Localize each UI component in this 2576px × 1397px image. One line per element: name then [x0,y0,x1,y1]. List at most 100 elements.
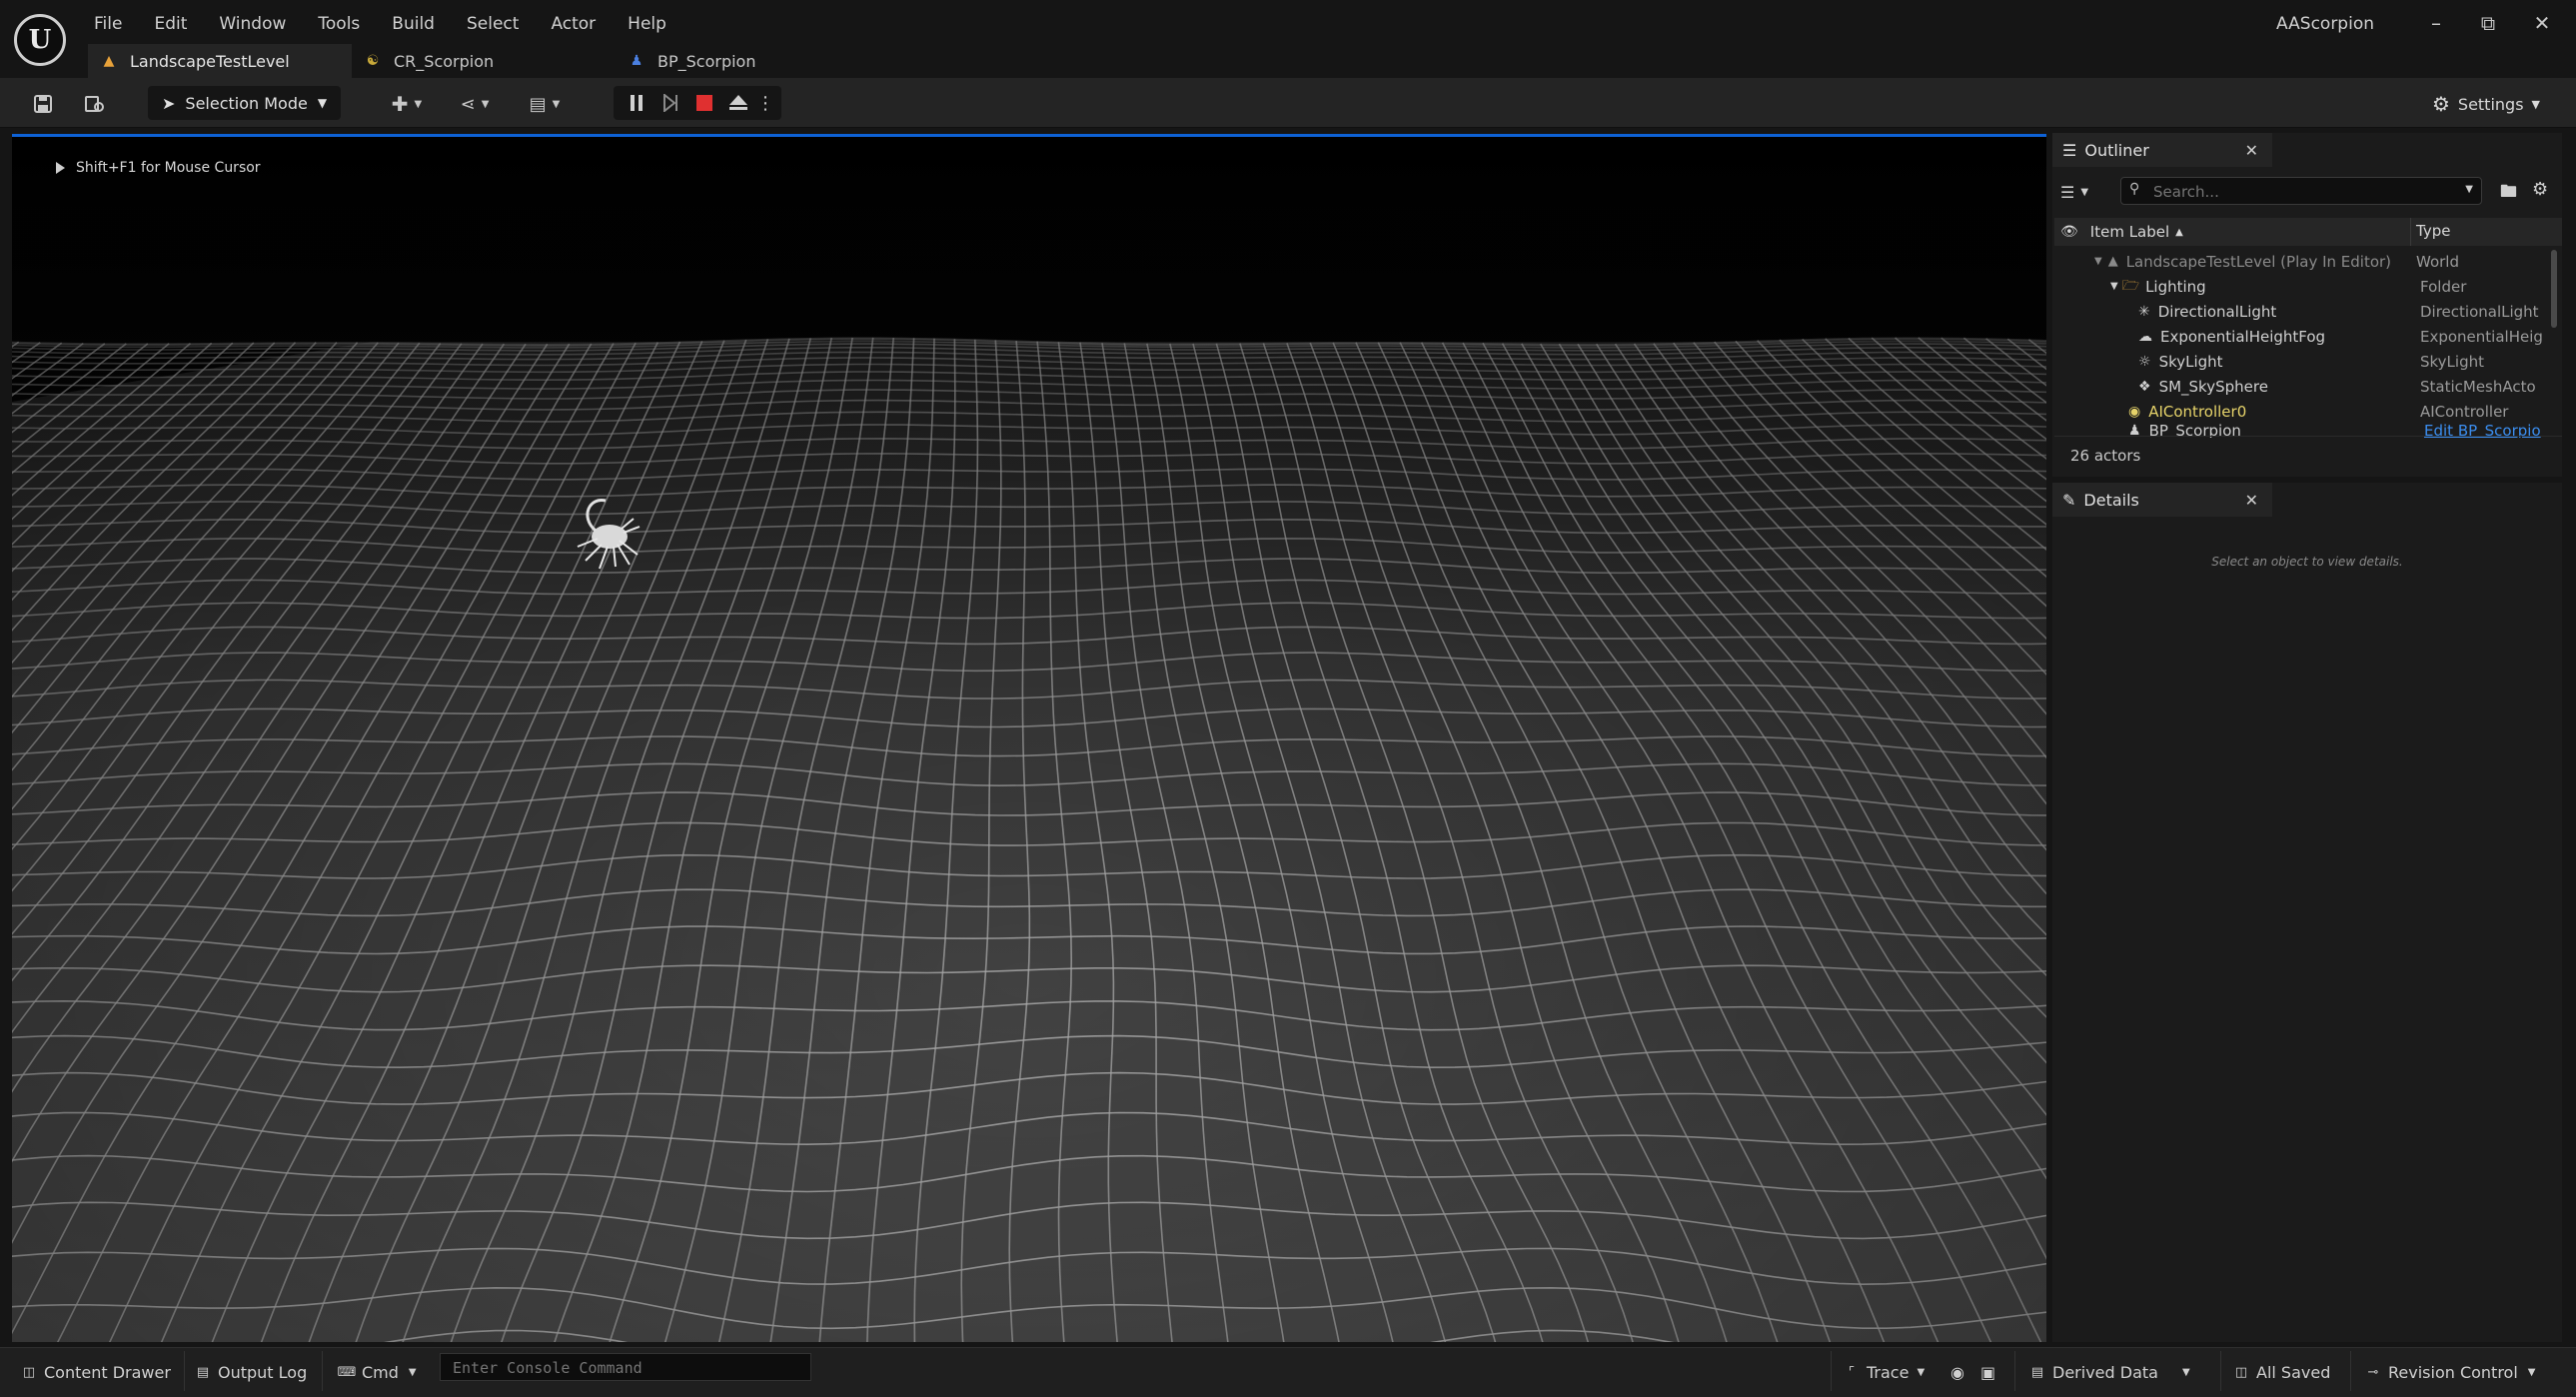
tab-landscape-test-level[interactable]: ▲ LandscapeTestLevel [88,44,352,78]
chevron-down-icon: ▼ [2531,97,2540,111]
tab-bp-scorpion[interactable]: ♟ BP_Scorpion [616,44,879,78]
menu-edit[interactable]: Edit [138,10,203,38]
save-icon[interactable] [26,86,60,122]
chevron-down-icon: ▼ [552,98,561,110]
menu-file[interactable]: File [78,10,138,38]
details-tab[interactable]: ✎ Details ✕ [2052,483,2272,517]
details-panel: ✎ Details ✕ [2052,483,2562,1342]
output-log-button[interactable]: ▤ Output Log [196,1357,307,1387]
menu-actor[interactable]: Actor [535,10,612,38]
menu-tools[interactable]: Tools [302,10,376,38]
console-command-box [440,1353,814,1382]
chevron-down-icon: ▼ [408,1366,417,1378]
expand-arrow-icon[interactable]: ▼ [2094,256,2102,267]
derived-data-dropdown[interactable]: ▤ Derived Data ▼ [2030,1357,2190,1387]
divider [184,1351,185,1391]
cmd-dropdown[interactable]: ⌨ Cmd ▼ [338,1357,417,1387]
divider [2220,1351,2221,1391]
record-icon[interactable]: ◉ [1950,1357,1964,1387]
add-actor-button[interactable]: ✚ ▼ [382,86,432,122]
minimize-icon[interactable]: – [2414,8,2458,38]
content-drawer-button[interactable]: ◫ Content Drawer [22,1357,171,1387]
level-viewport[interactable] [12,137,2046,1342]
menu-build[interactable]: Build [376,10,451,38]
row-label: AIController0 [2148,402,2247,421]
selection-mode-label: Selection Mode [185,93,308,113]
row-type: DirectionalLight [2420,302,2539,321]
outliner-row-sky-sphere[interactable]: ❖ SM_SkySphere StaticMeshActo [2054,374,2544,399]
sort-ascending-icon: ▲ [2175,226,2183,238]
clapperboard-icon: ▤ [529,93,547,115]
new-folder-icon[interactable]: 🖿 [2500,179,2517,208]
column-type[interactable]: Type [2416,222,2450,240]
frame-skip-icon[interactable] [653,86,687,120]
close-icon[interactable]: ✕ [2245,491,2258,510]
restore-icon[interactable]: ⧉ [2466,8,2510,38]
outliner-filter-button[interactable]: ☰ ▼ [2060,177,2088,207]
folder-icon: 🗁 [2121,277,2140,294]
outliner-search-input[interactable] [2151,178,2455,206]
console-command-input[interactable] [451,1354,814,1382]
tab-cr-scorpion[interactable]: ☯ CR_Scorpion [352,44,616,78]
column-divider [2410,218,2411,246]
stop-icon[interactable] [687,86,721,120]
close-icon[interactable]: ✕ [2245,141,2258,160]
content-drawer-label: Content Drawer [44,1362,171,1382]
eye-icon[interactable]: 👁 [2060,224,2078,240]
viewport-options-icon[interactable] [56,162,65,174]
menu-help[interactable]: Help [612,10,682,38]
browse-content-icon[interactable] [78,86,112,122]
outliner-row-directional-light[interactable]: ✳ DirectionalLight DirectionalLight [2054,299,2544,324]
chevron-down-icon: ▼ [1917,1366,1926,1378]
chevron-down-icon: ▼ [2080,186,2089,198]
menu-select[interactable]: Select [451,10,535,38]
search-icon: ⚲ [2129,181,2140,197]
gear-icon[interactable]: ⚙ [2532,179,2548,200]
blueprints-button[interactable]: ⋖ ▼ [450,86,500,122]
column-item-label[interactable]: Item Label [2090,223,2169,241]
details-empty-message: Select an object to view details. [2211,555,2403,569]
outliner-row-height-fog[interactable]: ☁ ExponentialHeightFog ExponentialHeig [2054,324,2544,349]
cinematics-button[interactable]: ▤ ▼ [520,86,570,122]
trace-icon: ⌜ [1848,1364,1856,1380]
divider [2014,1351,2015,1391]
outliner-tab[interactable]: ☰ Outliner ✕ [2052,133,2272,167]
outliner-row-ai-controller[interactable]: ◉ AIController0 AIController [2054,399,2544,424]
settings-dropdown[interactable]: ⚙ Settings ▼ [2432,88,2540,120]
close-window-icon[interactable]: ✕ [2520,8,2564,38]
viewport-hint: Shift+F1 for Mouse Cursor [76,160,261,176]
pencil-icon: ✎ [2062,490,2076,510]
outliner-row-skylight[interactable]: ☼ SkyLight SkyLight [2054,349,2544,374]
row-type: StaticMeshActo [2420,377,2536,396]
landscape-grid [12,137,2046,1342]
divider [322,1351,323,1391]
chevron-down-icon[interactable]: ▼ [2465,184,2473,195]
outliner-row-lighting[interactable]: ▼ 🗁 Lighting Folder [2054,274,2544,299]
pause-icon[interactable] [620,86,653,120]
row-type: World [2416,252,2459,271]
divider [2054,436,2562,437]
save-all-button[interactable]: ◫ All Saved [2234,1357,2331,1387]
tab-label: LandscapeTestLevel [130,51,290,71]
expand-arrow-icon[interactable]: ▼ [2110,281,2118,292]
revision-control-dropdown[interactable]: ⊸ Revision Control ▼ [2366,1357,2536,1387]
chevron-down-icon: ▼ [2181,1366,2190,1378]
outliner-row-world[interactable]: ▼ ▲ LandscapeTestLevel (Play In Editor) … [2054,249,2544,274]
screenshot-icon[interactable]: ▣ [1980,1357,1995,1387]
unreal-logo-icon[interactable]: U [14,14,66,66]
document-tabs: ▲ LandscapeTestLevel ☯ CR_Scorpion ♟ BP_… [88,44,879,78]
trace-dropdown[interactable]: ⌜ Trace ▼ [1845,1357,1925,1387]
row-type: Folder [2420,277,2467,296]
selection-mode-dropdown[interactable]: ➤ Selection Mode ▼ [148,86,342,120]
directional-light-icon: ✳ [2138,303,2150,320]
save-icon: ◫ [2234,1364,2248,1380]
cursor-icon: ➤ [162,93,176,113]
tab-label: BP_Scorpion [657,51,756,71]
menu-window[interactable]: Window [203,10,302,38]
more-options-icon[interactable]: ⋮ [755,86,775,120]
outliner-scrollbar[interactable] [2551,250,2557,328]
row-label: ExponentialHeightFog [2160,327,2326,346]
details-title: Details [2083,490,2139,510]
actor-count: 26 actors [2070,447,2141,465]
eject-icon[interactable] [721,86,755,120]
